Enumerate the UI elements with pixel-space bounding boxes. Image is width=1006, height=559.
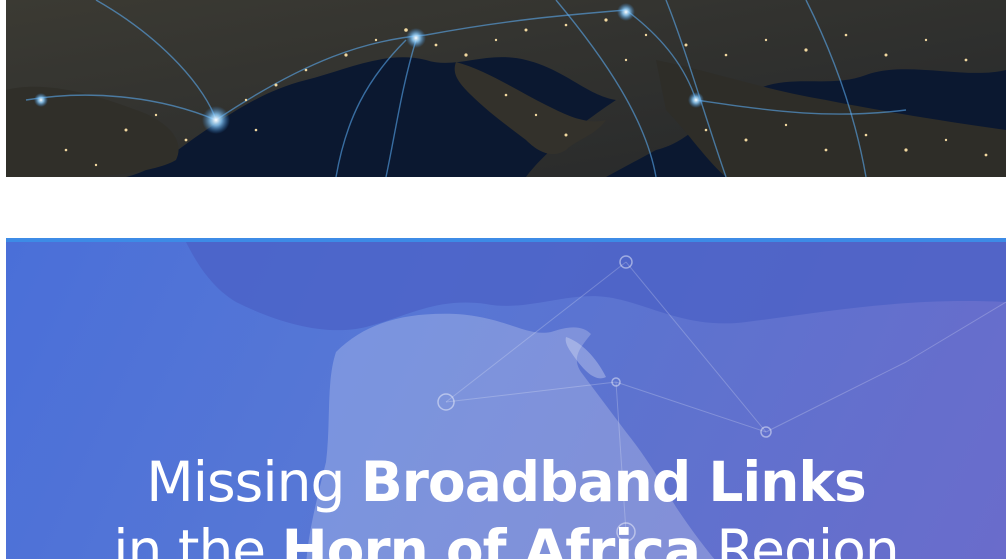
europe-night-image-card[interactable] [6, 0, 1006, 177]
report-title: Missing Broadband Links in the Horn of A… [6, 448, 1006, 559]
page: Missing Broadband Links in the Horn of A… [0, 0, 1006, 559]
report-title-line-2-light-start: in the [113, 518, 282, 559]
europe-night-image [6, 0, 1006, 177]
report-title-line-2-bold: Horn of Africa [281, 518, 701, 559]
report-title-line-1: Missing Broadband Links [6, 448, 1006, 516]
report-cover-card[interactable]: Missing Broadband Links in the Horn of A… [6, 238, 1006, 559]
report-title-line-1-light: Missing [146, 450, 361, 514]
report-title-line-2: in the Horn of Africa Region [6, 516, 1006, 559]
report-title-line-1-bold: Broadband Links [360, 450, 867, 514]
report-title-line-2-light-end: Region [699, 518, 899, 559]
